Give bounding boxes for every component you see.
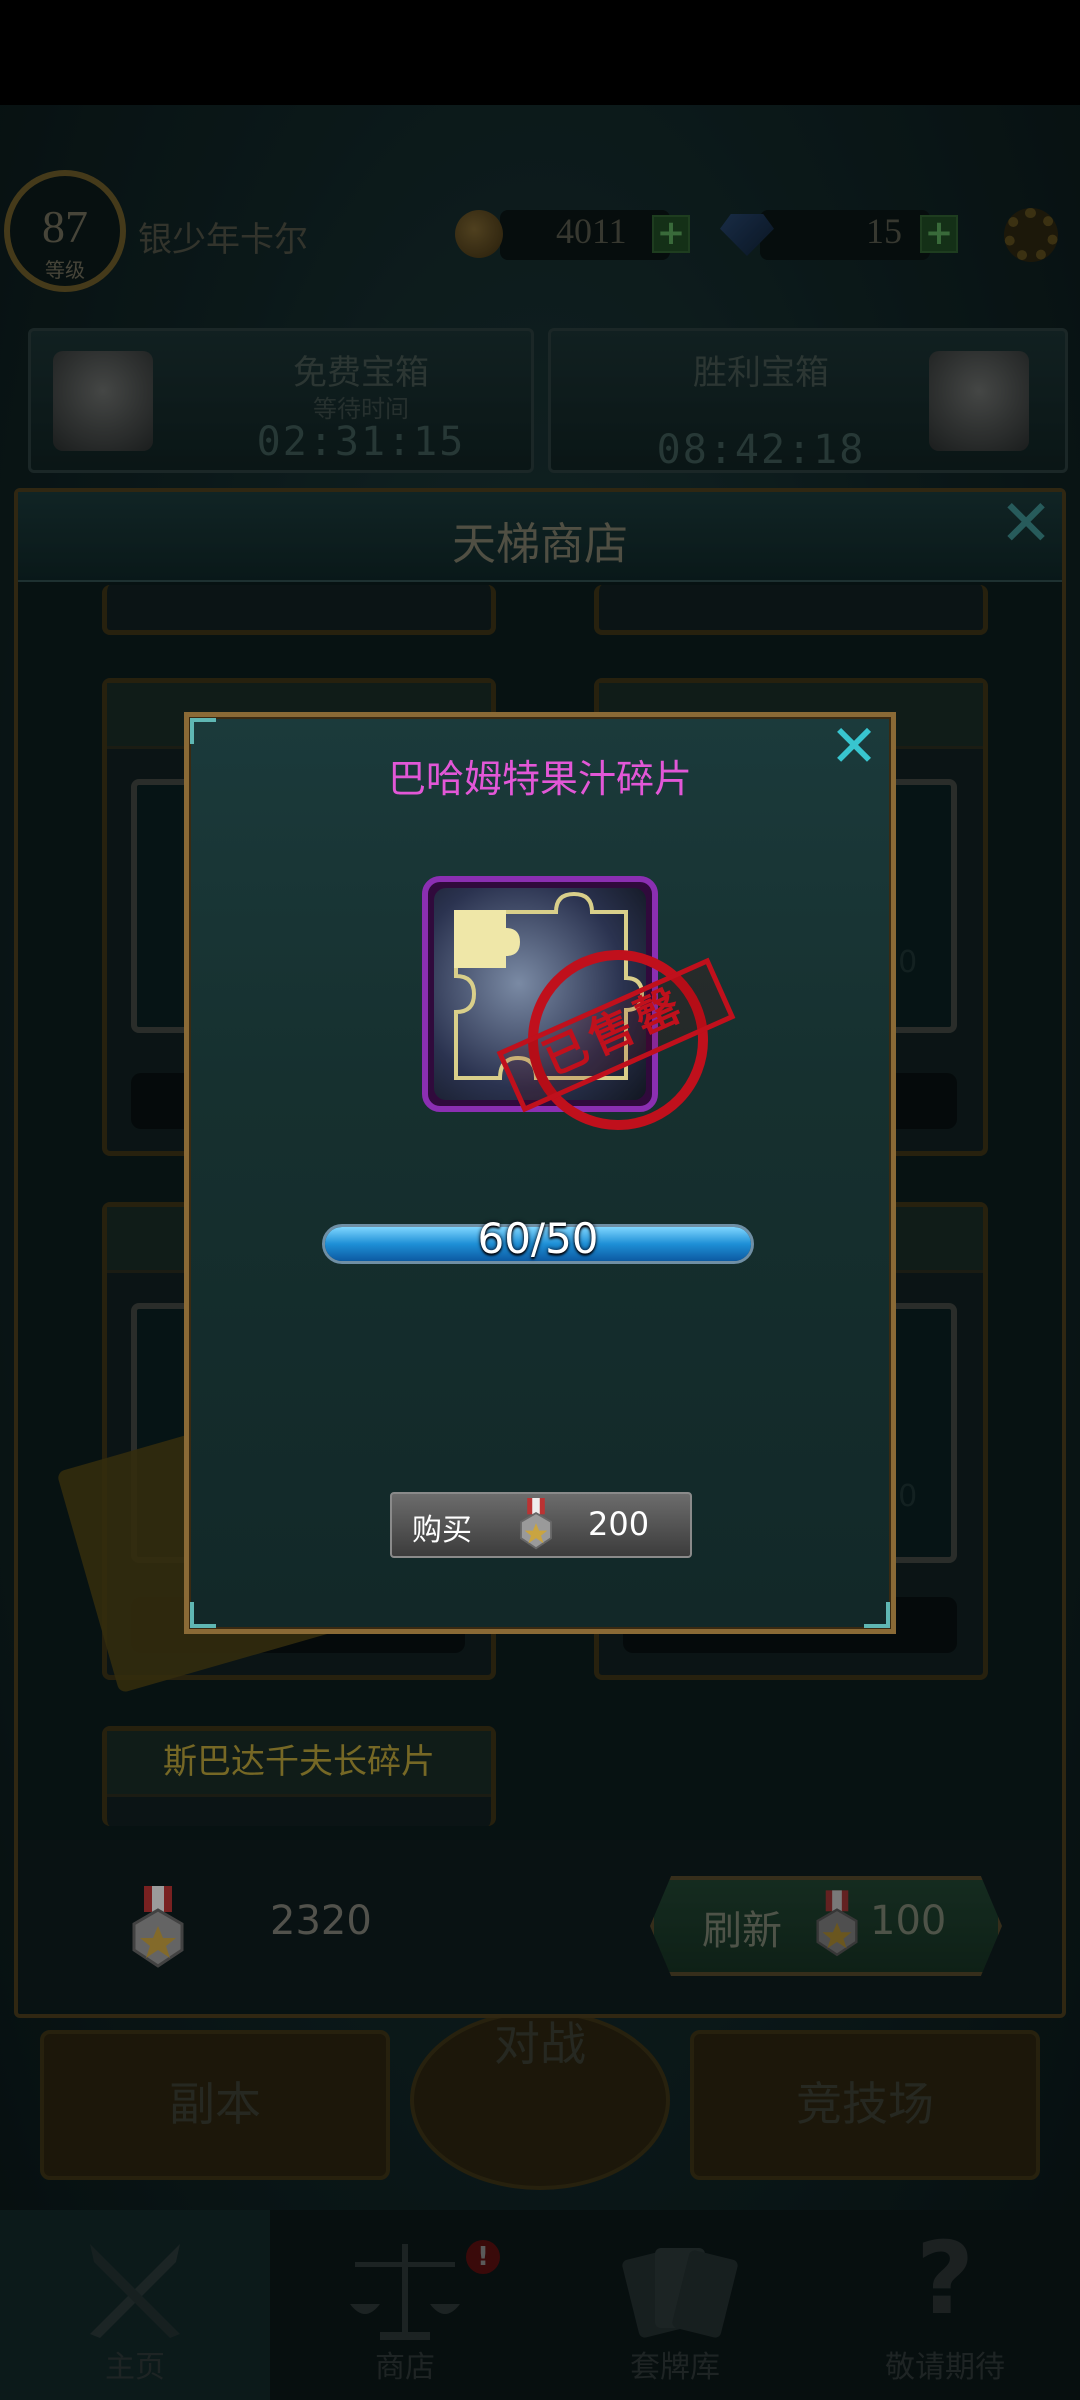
- buy-label: 购买: [412, 1513, 472, 1548]
- buy-cost: 200: [588, 1505, 650, 1543]
- corner-ornament: [190, 718, 216, 744]
- medal-icon: [519, 1498, 553, 1550]
- close-icon[interactable]: ✕: [826, 717, 882, 775]
- corner-ornament: [190, 1602, 216, 1628]
- corner-ornament: [864, 1602, 890, 1628]
- progress-text: 60/50: [477, 1214, 599, 1263]
- dialog-title: 巴哈姆特果汁碎片: [387, 757, 692, 801]
